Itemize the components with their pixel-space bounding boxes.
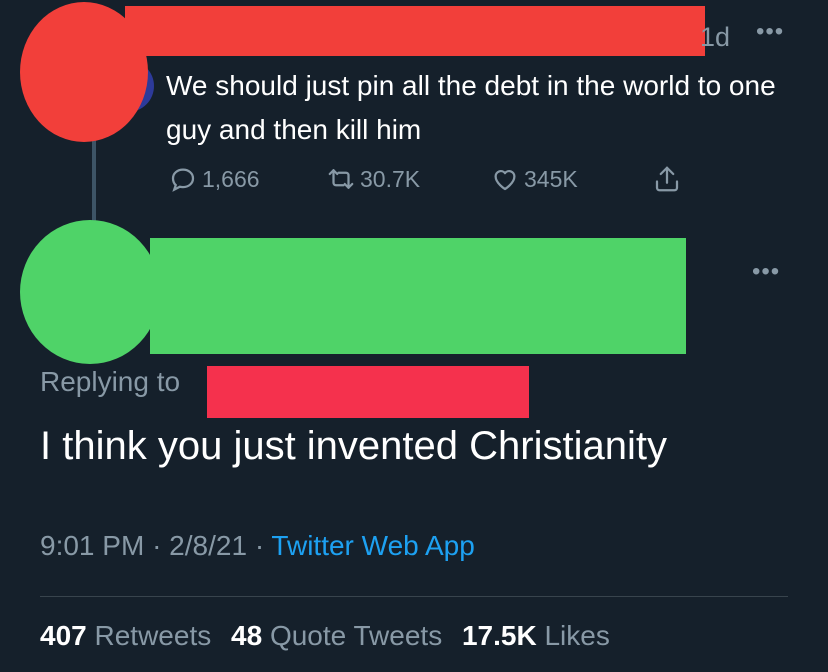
tweet-source-link[interactable]: Twitter Web App	[271, 530, 474, 561]
retweets-label: Retweets	[94, 620, 212, 651]
more-options-icon[interactable]: •••	[756, 18, 784, 46]
retweet-icon	[328, 169, 354, 189]
quotes-count: 48	[231, 620, 263, 651]
tweet-date[interactable]: 2/8/21	[169, 530, 247, 561]
like-count: 345K	[524, 165, 578, 192]
likes-label: Likes	[544, 620, 610, 651]
retweets-stat[interactable]: 407 Retweets	[40, 620, 211, 651]
reply-more-options-icon[interactable]: •••	[752, 258, 780, 286]
engagement-stats: 407 Retweets 48 Quote Tweets 17.5K Likes	[40, 620, 610, 652]
reply-avatar-redacted[interactable]	[20, 220, 160, 364]
tweet-timestamp[interactable]: 1d	[700, 22, 730, 53]
quote-tweets-stat[interactable]: 48 Quote Tweets	[231, 620, 442, 651]
replying-to-label: Replying to	[40, 366, 181, 397]
reply-icon	[171, 168, 195, 192]
retweet-button[interactable]: 30.7K	[326, 164, 420, 194]
meta-separator: ·	[254, 530, 265, 561]
reply-button[interactable]: 1,666	[168, 164, 260, 194]
like-icon	[494, 170, 516, 191]
likes-stat[interactable]: 17.5K Likes	[462, 620, 610, 651]
divider	[40, 596, 788, 597]
retweets-count: 407	[40, 620, 87, 651]
retweet-count: 30.7K	[360, 165, 421, 192]
like-button[interactable]: 345K	[490, 164, 578, 194]
meta-separator: ·	[152, 530, 162, 561]
replying-to-handle-redacted[interactable]	[207, 366, 529, 418]
reply-display-name-redacted[interactable]	[150, 238, 686, 354]
tweet-meta: 9:01 PM · 2/8/21 · Twitter Web App	[40, 530, 475, 562]
thread-line	[92, 140, 96, 222]
reply-text: I think you just invented Christianity	[40, 424, 667, 468]
share-icon	[655, 166, 679, 192]
tweet-text: We should just pin all the debt in the w…	[166, 70, 776, 145]
display-name-redacted[interactable]	[125, 6, 705, 56]
reply-count: 1,666	[202, 165, 260, 192]
likes-count: 17.5K	[461, 620, 537, 651]
share-button[interactable]	[652, 164, 686, 194]
tweet-time[interactable]: 9:01 PM	[40, 530, 144, 561]
quotes-label: Quote Tweets	[269, 620, 443, 651]
